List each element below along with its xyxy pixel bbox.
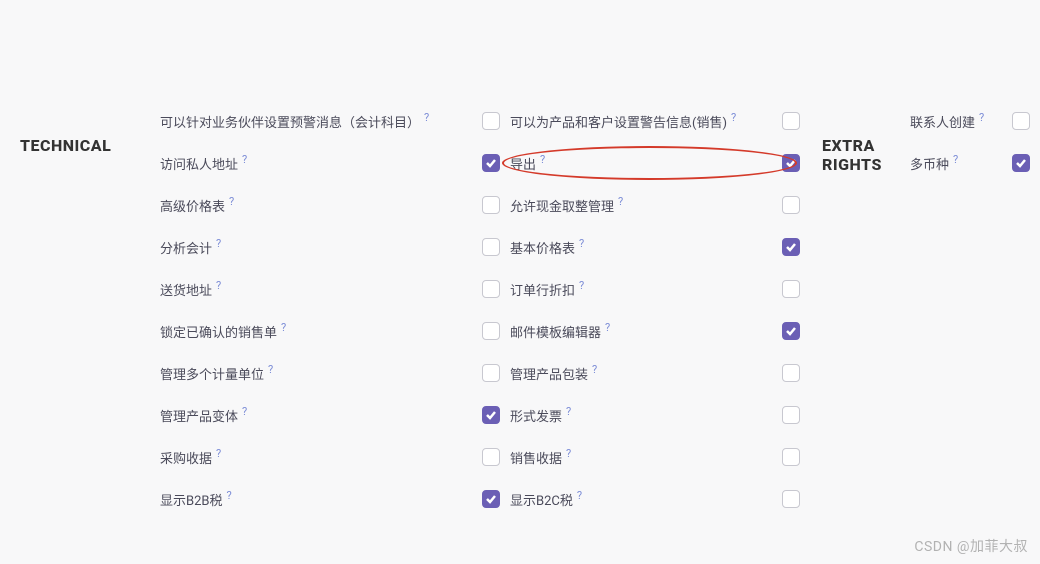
field-label: 送货地址	[160, 280, 212, 299]
field-label: 邮件模板编辑器	[510, 322, 601, 341]
checkbox-packaging[interactable]	[782, 364, 800, 382]
checkbox-sale-receipt[interactable]	[782, 448, 800, 466]
checkbox-delivery-addr[interactable]	[482, 280, 500, 298]
help-icon[interactable]: ?	[424, 111, 429, 124]
field-label: 允许现金取整管理	[510, 196, 614, 215]
extra-column: 联系人创建? 多币种?	[910, 100, 1040, 520]
checkbox-contact-create[interactable]	[1012, 112, 1030, 130]
checkbox-analytic-acct[interactable]	[482, 238, 500, 256]
help-icon[interactable]: ?	[216, 237, 221, 250]
checkbox-proforma[interactable]	[782, 406, 800, 424]
technical-column-2: 可以为产品和客户设置警告信息(销售)? 导出? 允许现金取整管理? 基本价格表?…	[510, 100, 810, 520]
field-label: 访问私人地址	[160, 154, 238, 173]
help-icon[interactable]: ?	[953, 153, 958, 166]
checkbox-mail-editor[interactable]	[782, 322, 800, 340]
watermark: CSDN @加菲大叔	[914, 536, 1028, 556]
field-label: 订单行折扣	[510, 280, 575, 299]
help-icon[interactable]: ?	[605, 321, 610, 334]
field-label: 销售收据	[510, 448, 562, 467]
checkbox-multi-currency[interactable]	[1012, 154, 1030, 172]
checkbox-multi-uom[interactable]	[482, 364, 500, 382]
checkbox-cash-rounding[interactable]	[782, 196, 800, 214]
help-icon[interactable]: ?	[242, 405, 247, 418]
section-title-extra: EXTRA RIGHTS	[810, 100, 910, 520]
field-label: 联系人创建	[910, 112, 975, 131]
checkbox-variants[interactable]	[482, 406, 500, 424]
field-label: 形式发票	[510, 406, 562, 425]
help-icon[interactable]: ?	[731, 111, 736, 124]
checkbox-lock-so[interactable]	[482, 322, 500, 340]
field-label: 管理产品变体	[160, 406, 238, 425]
field-label: 可以针对业务伙伴设置预警消息（会计科目）	[160, 112, 420, 131]
checkbox-export[interactable]	[782, 154, 800, 172]
checkbox-private-address[interactable]	[482, 154, 500, 172]
field-label: 管理产品包装	[510, 364, 588, 383]
checkbox-purchase-receipt[interactable]	[482, 448, 500, 466]
field-label: 显示B2B税	[160, 490, 223, 509]
help-icon[interactable]: ?	[579, 279, 584, 292]
checkbox-b2c-tax[interactable]	[782, 490, 800, 508]
help-icon[interactable]: ?	[227, 489, 232, 502]
help-icon[interactable]: ?	[566, 447, 571, 460]
field-label: 显示B2C税	[510, 490, 573, 509]
section-title-technical: TECHNICAL	[0, 100, 160, 520]
help-icon[interactable]: ?	[618, 195, 623, 208]
checkbox-warn-sale[interactable]	[782, 112, 800, 130]
help-icon[interactable]: ?	[579, 237, 584, 250]
technical-column-1: 可以针对业务伙伴设置预警消息（会计科目）? 访问私人地址? 高级价格表? 分析会…	[160, 100, 510, 520]
field-label: 导出	[510, 154, 536, 173]
field-label: 管理多个计量单位	[160, 364, 264, 383]
field-label: 基本价格表	[510, 238, 575, 257]
checkbox-basic-pricelist[interactable]	[782, 238, 800, 256]
help-icon[interactable]: ?	[979, 111, 984, 124]
checkbox-adv-pricelist[interactable]	[482, 196, 500, 214]
checkbox-warn-acct[interactable]	[482, 112, 500, 130]
checkbox-b2b-tax[interactable]	[482, 490, 500, 508]
field-label: 锁定已确认的销售单	[160, 322, 277, 341]
field-label: 可以为产品和客户设置警告信息(销售)	[510, 112, 727, 131]
help-icon[interactable]: ?	[268, 363, 273, 376]
help-icon[interactable]: ?	[242, 153, 247, 166]
field-label: 分析会计	[160, 238, 212, 257]
help-icon[interactable]: ?	[281, 321, 286, 334]
help-icon[interactable]: ?	[540, 153, 545, 166]
field-label: 采购收据	[160, 448, 212, 467]
field-label: 多币种	[910, 154, 949, 173]
help-icon[interactable]: ?	[566, 405, 571, 418]
help-icon[interactable]: ?	[577, 489, 582, 502]
help-icon[interactable]: ?	[592, 363, 597, 376]
field-label: 高级价格表	[160, 196, 225, 215]
help-icon[interactable]: ?	[229, 195, 234, 208]
checkbox-line-discount[interactable]	[782, 280, 800, 298]
help-icon[interactable]: ?	[216, 447, 221, 460]
help-icon[interactable]: ?	[216, 279, 221, 292]
